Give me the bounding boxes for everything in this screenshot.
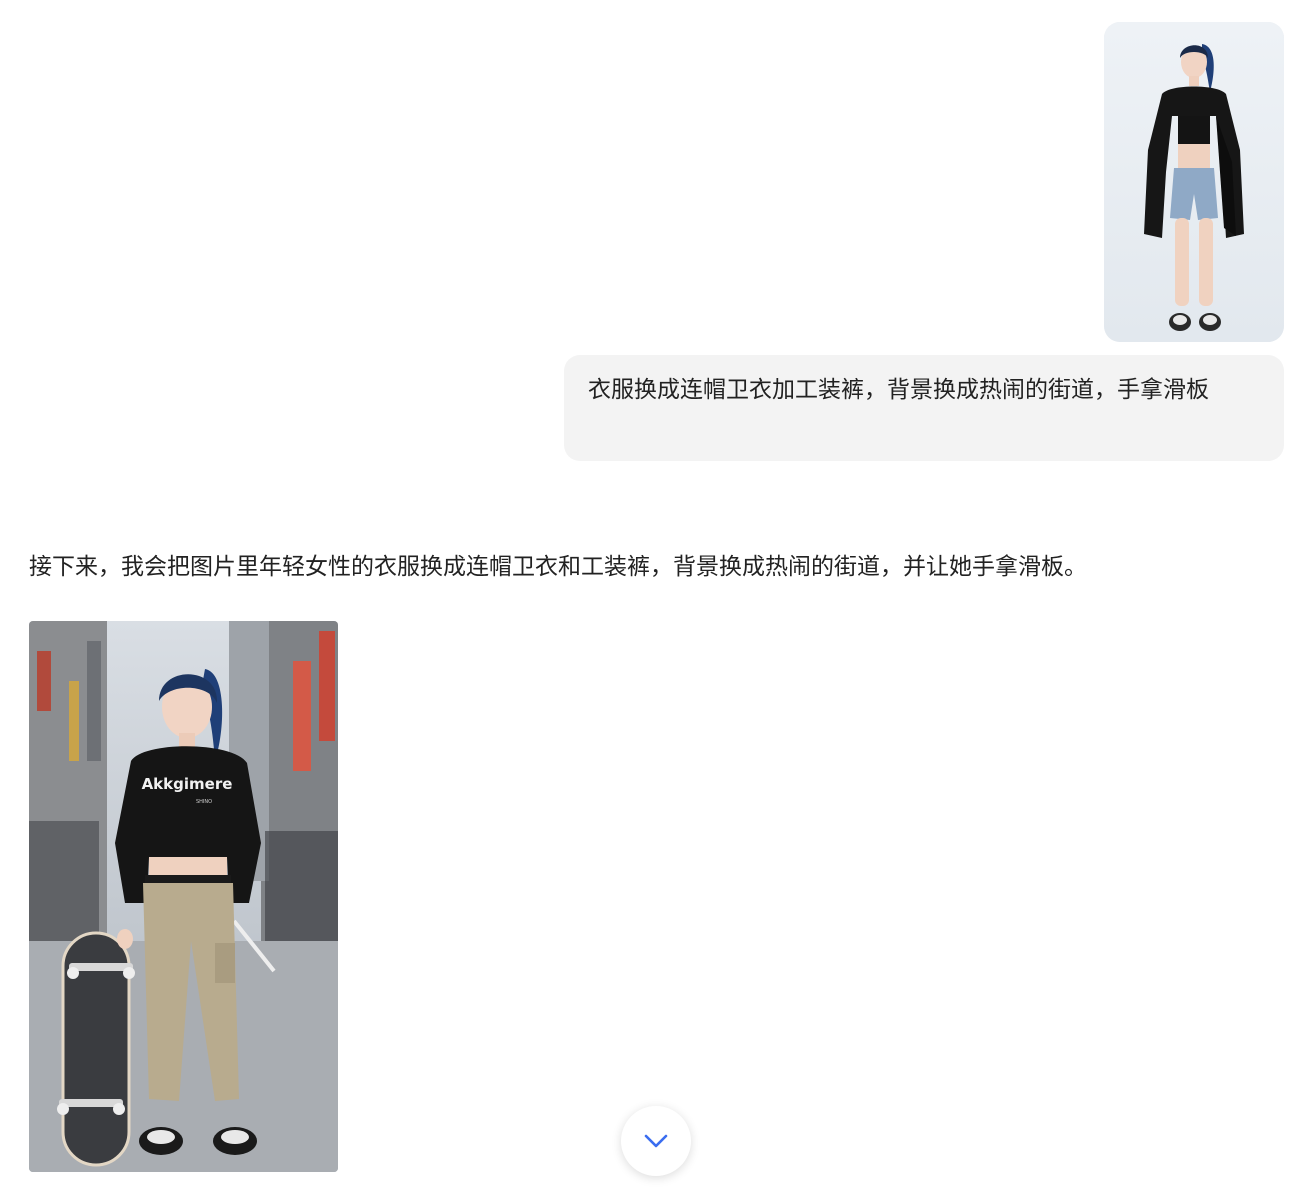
user-message-text: 衣服换成连帽卫衣加工装裤，背景换成热闹的街道，手拿滑板 [588, 377, 1209, 403]
assistant-message-text: 接下来，我会把图片里年轻女性的衣服换成连帽卫衣和工装裤，背景换成热闹的街道，并让… [29, 554, 1087, 580]
chevron-down-icon [644, 1134, 668, 1148]
hoodie-print-text: Akkgimere [142, 775, 233, 793]
generated-image[interactable]: Akkgimere SHINO [29, 621, 338, 1172]
scroll-to-bottom-button[interactable] [621, 1106, 691, 1176]
user-uploaded-image[interactable] [1104, 22, 1284, 342]
user-message-bubble: 衣服换成连帽卫衣加工装裤，背景换成热闹的街道，手拿滑板 [564, 355, 1284, 461]
street-skateboard-photo-icon: Akkgimere SHINO [29, 621, 338, 1172]
hoodie-small-print-text: SHINO [196, 799, 212, 805]
chat-thread: 衣服换成连帽卫衣加工装裤，背景换成热闹的街道，手拿滑板 接下来，我会把图片里年轻… [0, 0, 1312, 1190]
woman-photo-icon [1104, 22, 1284, 342]
